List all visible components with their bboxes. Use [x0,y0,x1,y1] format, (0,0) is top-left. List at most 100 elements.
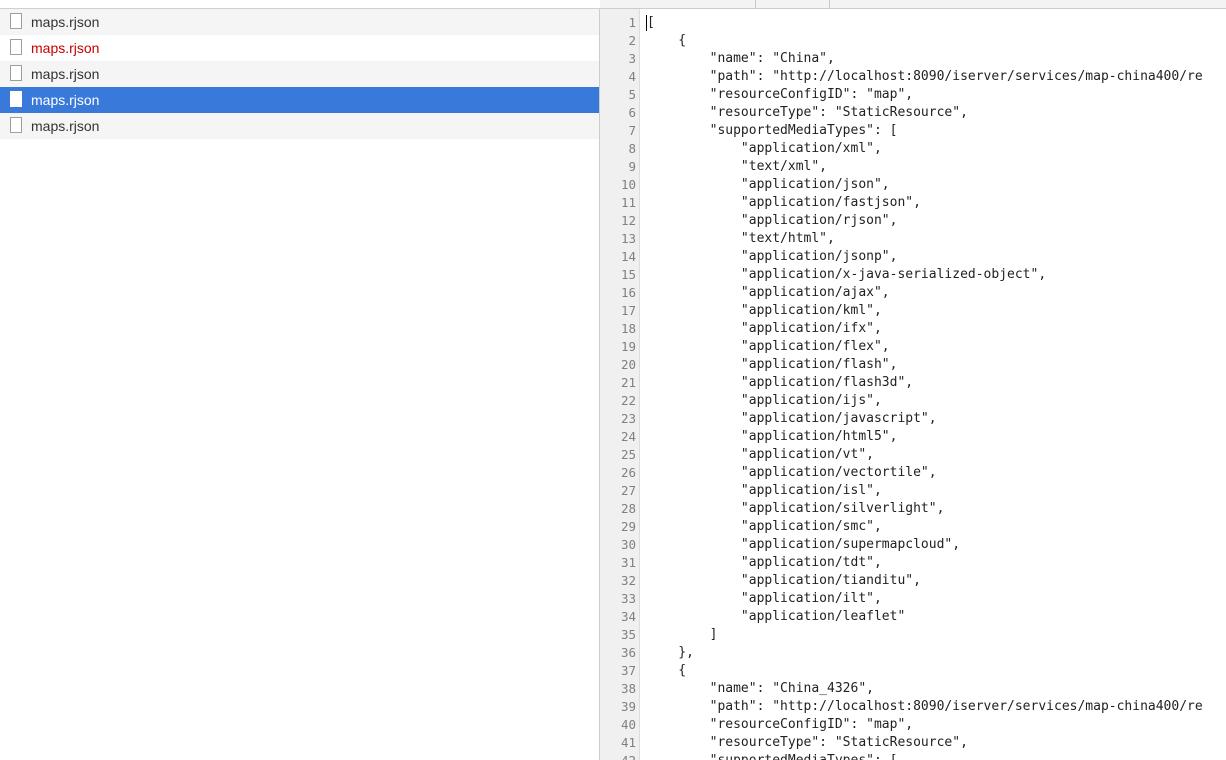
code-line: 4 "path": "http://localhost:8090/iserver… [600,68,1226,86]
line-number: 32 [620,573,636,588]
line-number: 18 [620,321,636,336]
line-text: }, [647,645,694,660]
line-number: 7 [628,123,636,138]
request-row[interactable]: maps.rjson [0,9,599,35]
code-line: 10 "application/json", [600,176,1226,194]
file-icon [10,117,22,133]
line-number: 27 [620,483,636,498]
line-number: 20 [620,357,636,372]
line-text: "application/ifx", [647,321,882,336]
code-line: 22 "application/ijs", [600,392,1226,410]
line-number: 25 [620,447,636,462]
line-text: "name": "China", [647,51,835,66]
line-number: 35 [620,627,636,642]
tab-divider [829,0,830,8]
code-line: 39 "path": "http://localhost:8090/iserve… [600,698,1226,716]
line-number: 39 [620,699,636,714]
code-line: 27 "application/isl", [600,482,1226,500]
line-number: 28 [620,501,636,516]
line-number: 31 [620,555,636,570]
line-number: 5 [628,87,636,102]
file-icon [10,39,22,55]
line-text: "resourceConfigID": "map", [647,717,914,732]
line-text: "application/flash", [647,357,898,372]
line-number: 34 [620,609,636,624]
line-text: "application/ilt", [647,591,882,606]
line-text: "application/x-java-serialized-object", [647,267,1047,282]
detail-tab-strip[interactable] [600,0,1226,9]
line-number: 38 [620,681,636,696]
file-icon [10,13,22,29]
code-line: 14 "application/jsonp", [600,248,1226,266]
line-text: "application/ajax", [647,285,890,300]
line-number: 33 [620,591,636,606]
line-number: 8 [628,141,636,156]
line-number: 30 [620,537,636,552]
line-text: { [647,33,687,48]
request-list-pane: maps.rjson maps.rjson maps.rjson maps.rj… [0,0,600,760]
code-line: 40 "resourceConfigID": "map", [600,716,1226,734]
line-text: [ [647,15,655,30]
line-text: "application/isl", [647,483,882,498]
line-text: "path": "http://localhost:8090/iserver/s… [647,699,1203,714]
line-number: 24 [620,429,636,444]
code-line: 36 }, [600,644,1226,662]
code-line: 17 "application/kml", [600,302,1226,320]
line-number: 40 [620,717,636,732]
line-number: 4 [628,69,636,84]
line-number: 17 [620,303,636,318]
line-text: "application/ijs", [647,393,882,408]
file-icon [10,65,22,81]
line-text: "application/vt", [647,447,874,462]
line-text: "application/json", [647,177,890,192]
request-row[interactable]: maps.rjson [0,61,599,87]
code-line: 41 "resourceType": "StaticResource", [600,734,1226,752]
line-text: "application/javascript", [647,411,937,426]
line-number: 1 [628,15,636,30]
line-number: 2 [628,33,636,48]
line-number: 37 [620,663,636,678]
code-line: 25 "application/vt", [600,446,1226,464]
line-text: "application/silverlight", [647,501,945,516]
line-number: 41 [620,735,636,750]
devtools-network-panel: maps.rjson maps.rjson maps.rjson maps.rj… [0,0,1226,760]
line-text: "application/jsonp", [647,249,898,264]
request-row[interactable]: maps.rjson [0,35,599,61]
line-number: 15 [620,267,636,282]
code-line: 19 "application/flex", [600,338,1226,356]
request-row[interactable]: maps.rjson [0,113,599,139]
code-line: 11 "application/fastjson", [600,194,1226,212]
request-name: maps.rjson [31,40,100,56]
line-number: 23 [620,411,636,426]
request-row-selected[interactable]: maps.rjson [0,87,599,113]
code-line: 29 "application/smc", [600,518,1226,536]
line-text: "application/rjson", [647,213,898,228]
code-line: 34 "application/leaflet" [600,608,1226,626]
line-text: "application/leaflet" [647,609,906,624]
code-line: 16 "application/ajax", [600,284,1226,302]
code-line: 33 "application/ilt", [600,590,1226,608]
response-code[interactable]: 1[2 {3 "name": "China", 4 "path": "http:/… [600,14,1226,760]
code-line: 24 "application/html5", [600,428,1226,446]
line-text: "text/xml", [647,159,828,174]
line-number: 12 [620,213,636,228]
line-text: "supportedMediaTypes": [ [647,123,898,138]
line-text: "name": "China_4326", [647,681,874,696]
line-number: 29 [620,519,636,534]
line-number: 13 [620,231,636,246]
code-line: 21 "application/flash3d", [600,374,1226,392]
code-line: 15 "application/x-java-serialized-object… [600,266,1226,284]
code-line: 37 { [600,662,1226,680]
code-line: 26 "application/vectortile", [600,464,1226,482]
line-text: { [647,663,687,678]
request-name: maps.rjson [31,92,100,108]
line-number: 10 [620,177,636,192]
code-line: 32 "application/tianditu", [600,572,1226,590]
line-text: "application/kml", [647,303,882,318]
line-text: "application/fastjson", [647,195,921,210]
request-list-header [0,0,600,9]
line-text: "application/tianditu", [647,573,921,588]
code-line: 18 "application/ifx", [600,320,1226,338]
code-line: 6 "resourceType": "StaticResource", [600,104,1226,122]
line-number: 36 [620,645,636,660]
